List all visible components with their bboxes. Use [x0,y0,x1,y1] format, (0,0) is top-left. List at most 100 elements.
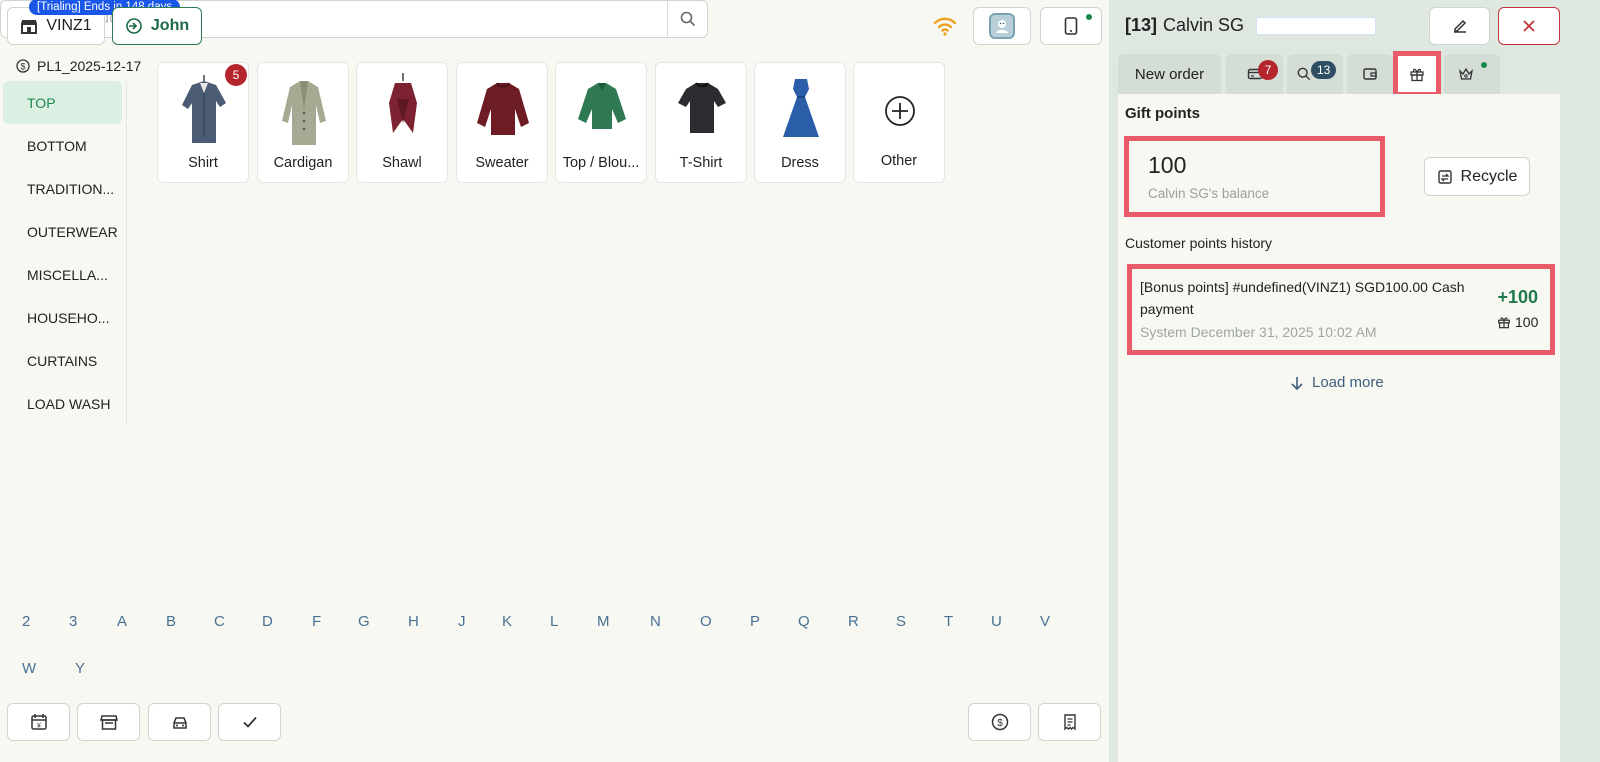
product-shawl[interactable]: Shawl [356,62,448,183]
shawl-icon [373,69,433,147]
product-cardigan[interactable]: Cardigan [257,62,349,183]
orders-count-badge: 7 [1258,60,1278,80]
tab-membership[interactable] [1444,54,1500,94]
user-button[interactable]: John [112,7,202,45]
category-load-wash[interactable]: LOAD WASH [3,382,122,425]
search-icon [680,11,696,27]
edit-customer-button[interactable] [1429,7,1490,45]
alpha-key[interactable]: 2 [22,613,30,630]
product-sweater[interactable]: Sweater [456,62,548,183]
product-label: Other [880,153,918,169]
product-label: Sweater [475,155,529,171]
points-balance-label: Calvin SG's balance [1148,186,1270,201]
product-other[interactable]: Other [853,62,945,183]
product-dress[interactable]: Dress [754,62,846,183]
alpha-key[interactable]: 3 [69,613,77,630]
category-bottom[interactable]: BOTTOM [3,124,122,167]
gift-points-title: Gift points [1125,105,1200,122]
alpha-key[interactable]: B [166,613,176,630]
confirm-button[interactable] [218,703,281,741]
user-label: John [150,17,190,34]
customer-name: Calvin SG [1163,15,1245,35]
alpha-key[interactable]: M [597,613,610,630]
store-icon [20,17,38,35]
membership-indicator [1481,62,1487,68]
history-points-delta: +100 [1497,287,1538,307]
avatar [989,13,1015,39]
alpha-key[interactable]: Q [798,613,810,630]
alpha-key[interactable]: A [117,613,127,630]
check-icon [241,713,259,731]
gift-icon [1497,315,1511,329]
svg-text:¥: ¥ [37,723,41,730]
cardigan-icon [274,69,334,147]
receipt-button[interactable] [1038,703,1101,741]
alpha-key[interactable]: H [408,613,419,630]
tab-new-order[interactable]: New order [1118,54,1221,94]
calendar-icon: ¥ [30,713,48,731]
calendar-button[interactable]: ¥ [7,703,70,741]
alpha-key[interactable]: W [22,660,36,677]
product-top-blouse[interactable]: Top / Blou... [555,62,647,183]
product-label: Shawl [382,155,422,171]
close-panel-button[interactable] [1498,7,1560,45]
alpha-key[interactable]: U [991,613,1002,630]
pricelist-selector[interactable]: $ PL1_2025-12-17 [16,58,141,74]
product-label: T-Shirt [679,155,723,171]
wallet-icon [1362,66,1378,82]
alpha-key[interactable]: Y [75,660,85,677]
crown-icon [1458,66,1474,82]
alpha-key[interactable]: V [1040,613,1050,630]
history-balance-value: 100 [1515,314,1539,330]
blouse-icon [572,69,632,147]
alpha-key[interactable]: P [750,613,760,630]
alpha-key[interactable]: R [848,613,859,630]
store-pickup-button[interactable] [77,703,140,741]
category-top[interactable]: TOP [3,81,122,124]
payment-button[interactable]: $ [968,703,1031,741]
category-list: TOP BOTTOM TRADITION... OUTERWEAR MISCEL… [3,81,127,425]
receipt-icon [1061,713,1079,731]
category-miscellaneous[interactable]: MISCELLA... [3,253,122,296]
customer-id: [13] [1125,15,1158,35]
load-more-button[interactable]: Load more [1290,374,1384,391]
product-label: Dress [781,155,819,171]
category-traditional[interactable]: TRADITION... [3,167,122,210]
product-shirt[interactable]: Shirt 5 [157,62,249,183]
store-icon [99,713,118,731]
history-title: Customer points history [1125,235,1273,251]
tab-search[interactable]: 13 [1287,54,1343,94]
dress-icon [771,69,831,147]
tab-orders[interactable]: 7 [1226,54,1283,94]
alpha-key[interactable]: T [944,613,953,630]
alpha-key[interactable]: K [502,613,512,630]
alpha-key[interactable]: S [896,613,906,630]
search-icon [1297,67,1311,81]
recycle-label: Recycle [1460,167,1518,185]
delivery-button[interactable] [148,703,211,741]
device-button[interactable] [1040,7,1102,45]
category-household[interactable]: HOUSEHO... [3,296,122,339]
alpha-key[interactable]: J [458,613,466,630]
product-tshirt[interactable]: T-Shirt [655,62,747,183]
category-outerwear[interactable]: OUTERWEAR [3,210,122,253]
tab-wallet[interactable] [1347,54,1393,94]
login-icon [125,17,143,35]
alpha-key[interactable]: L [550,613,558,630]
alpha-key[interactable]: D [262,613,273,630]
plus-circle-icon [870,69,930,147]
search-button[interactable] [667,1,707,37]
product-label: Top / Blou... [562,155,640,171]
history-description: [Bonus points] #undefined(VINZ1) SGD100.… [1140,279,1465,317]
alpha-key[interactable]: F [312,613,321,630]
alpha-key[interactable]: O [700,613,712,630]
category-curtains[interactable]: CURTAINS [3,339,122,382]
pricelist-label: PL1_2025-12-17 [37,58,142,74]
alpha-key[interactable]: N [650,613,661,630]
profile-button[interactable] [973,7,1031,45]
shirt-icon [174,69,234,147]
alpha-key[interactable]: C [214,613,225,630]
sweater-icon [473,69,533,147]
recycle-button[interactable]: Recycle [1424,157,1530,196]
alpha-key[interactable]: G [358,613,370,630]
